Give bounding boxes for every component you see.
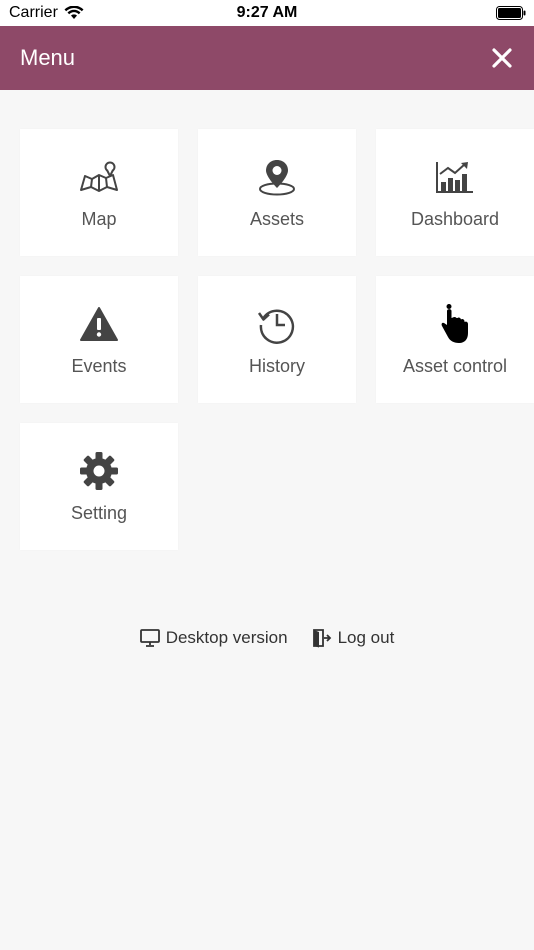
logout-icon bbox=[312, 629, 331, 648]
close-icon bbox=[492, 48, 512, 68]
desktop-version-link[interactable]: Desktop version bbox=[139, 628, 288, 648]
logout-label: Log out bbox=[337, 628, 395, 647]
tile-label: Events bbox=[71, 356, 127, 376]
tile-setting[interactable]: Setting bbox=[20, 423, 178, 550]
location-pin-icon bbox=[198, 157, 356, 197]
tile-assets[interactable]: Assets bbox=[198, 129, 356, 256]
chart-icon bbox=[376, 157, 534, 197]
status-bar: Carrier 9:27 AM bbox=[0, 0, 534, 26]
battery-icon bbox=[496, 6, 526, 25]
tile-label: Map bbox=[81, 209, 117, 229]
warning-icon bbox=[20, 304, 178, 344]
desktop-version-label: Desktop version bbox=[165, 628, 288, 647]
gear-icon bbox=[20, 451, 178, 491]
monitor-icon bbox=[139, 629, 160, 647]
close-button[interactable] bbox=[488, 44, 516, 72]
footer-links: Desktop version Log out bbox=[0, 628, 534, 648]
tile-asset-control[interactable]: Asset control bbox=[376, 276, 534, 403]
tile-label: Dashboard bbox=[410, 209, 500, 229]
tile-history[interactable]: History bbox=[198, 276, 356, 403]
tile-label: Asset control bbox=[402, 356, 508, 376]
tile-label: Setting bbox=[70, 503, 128, 523]
menu-header: Menu bbox=[0, 26, 534, 90]
page-title: Menu bbox=[20, 45, 76, 70]
hand-pointer-icon bbox=[376, 304, 534, 344]
tile-label: Assets bbox=[249, 209, 305, 229]
status-time: 9:27 AM bbox=[236, 4, 298, 21]
tile-map[interactable]: Map bbox=[20, 129, 178, 256]
tile-label: History bbox=[248, 356, 305, 376]
history-icon bbox=[198, 304, 356, 344]
map-icon bbox=[20, 157, 178, 197]
tile-dashboard[interactable]: Dashboard bbox=[376, 129, 534, 256]
tile-events[interactable]: Events bbox=[20, 276, 178, 403]
logout-link[interactable]: Log out bbox=[312, 628, 395, 648]
